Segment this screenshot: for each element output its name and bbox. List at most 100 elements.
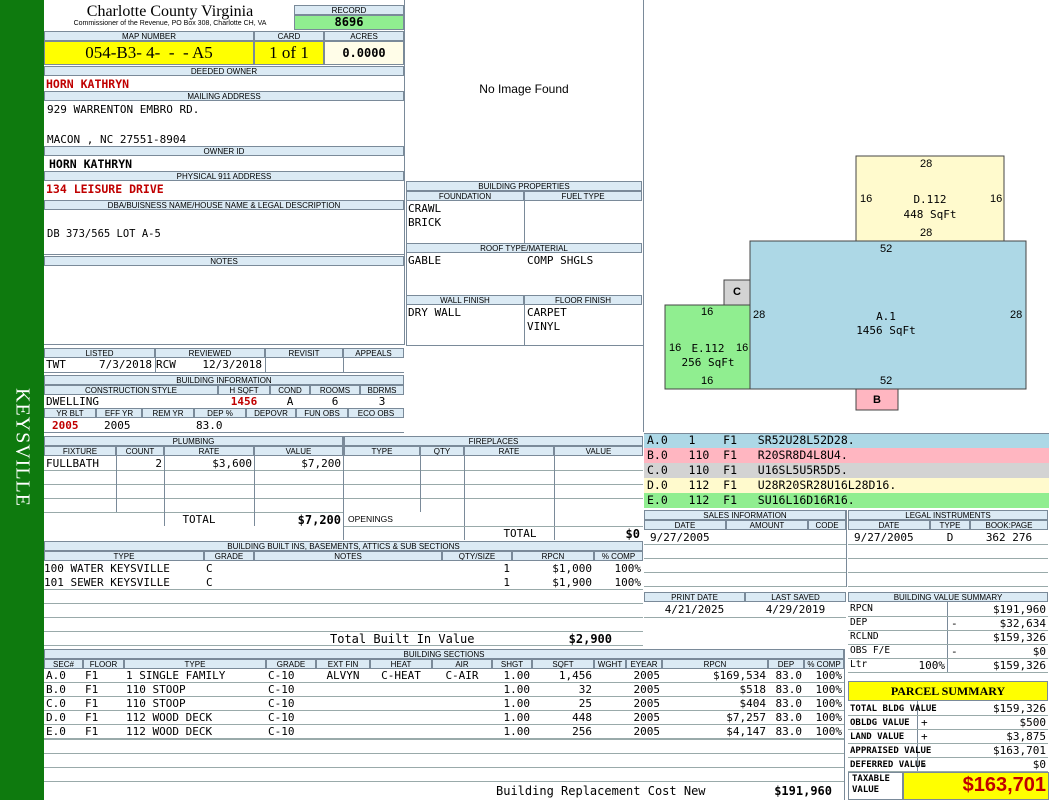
notes-label: NOTES bbox=[44, 256, 404, 266]
section-dep-4: 83.0 bbox=[775, 711, 803, 724]
dim-a-right: 28 bbox=[1010, 309, 1023, 321]
section-rpcn-4: $7,257 bbox=[726, 711, 766, 724]
taxable-value: $163,701 bbox=[962, 774, 1046, 796]
dba-label: DBA/BUISNESS NAME/HOUSE NAME & LEGAL DES… bbox=[44, 200, 404, 210]
section-grade-1: C-10 bbox=[268, 669, 295, 682]
legal-description: DB 373/565 LOT A-5 bbox=[47, 228, 161, 240]
section-sqft-3: 25 bbox=[578, 697, 592, 710]
fireplace-value-label: VALUE bbox=[554, 446, 643, 456]
legal-type-1: D bbox=[946, 531, 954, 544]
section-shgt-5: 1.00 bbox=[503, 725, 531, 738]
deeded-owner: HORN KATHRYN bbox=[46, 77, 130, 91]
sketch-code-e: E.0 112 F1 SU16L16D16R16. bbox=[647, 493, 855, 507]
section-eyear-4: 2005 bbox=[633, 711, 661, 724]
builtins-qty-2: 1 bbox=[503, 576, 510, 589]
sketch-code-d: D.0 112 F1 U28R20SR28U16L28D16. bbox=[647, 478, 897, 492]
vs-label-4: OBS F/E bbox=[850, 645, 891, 656]
taxable-label-2: VALUE bbox=[852, 785, 880, 795]
yr-blt-label: YR BLT bbox=[44, 408, 96, 418]
floor-finish-2: VINYL bbox=[527, 320, 561, 333]
builtins-comp-1: 100% bbox=[614, 562, 642, 575]
section-shgt-4: 1.00 bbox=[503, 711, 531, 724]
section-floor-2: F1 bbox=[85, 683, 99, 696]
section-eyear-1: 2005 bbox=[633, 669, 661, 682]
builtins-grade-label: GRADE bbox=[204, 551, 254, 561]
wall-finish-label: WALL FINISH bbox=[406, 295, 524, 305]
section-type-4: 112 WOOD DECK bbox=[126, 711, 213, 724]
section-sqft-2: 32 bbox=[578, 683, 592, 696]
dim-e-bottom: 16 bbox=[701, 375, 714, 387]
section-comp-4: 100% bbox=[815, 711, 843, 724]
roof-type: GABLE bbox=[408, 254, 442, 267]
dim-a-bottom: 52 bbox=[880, 375, 893, 387]
listed-date: 7/3/2018 bbox=[99, 358, 152, 371]
sections-h-wght: WGHT bbox=[594, 659, 626, 669]
section-dep-3: 83.0 bbox=[775, 697, 803, 710]
parcel-value-2: $500 bbox=[1019, 716, 1047, 729]
hsqft-label: H SQFT bbox=[218, 385, 270, 395]
section-rpcn-3: $404 bbox=[739, 697, 767, 710]
county-subtitle: Commissioner of the Revenue, PO Box 308,… bbox=[73, 20, 267, 27]
appeals-label: APPEALS bbox=[343, 348, 404, 358]
listed-label: LISTED bbox=[44, 348, 155, 358]
builtins-comp-label: % COMP bbox=[594, 551, 643, 561]
sections-total-label: Building Replacement Cost New bbox=[496, 784, 706, 798]
plumbing-value-label: VALUE bbox=[254, 446, 343, 456]
rem-yr-label: REM YR bbox=[142, 408, 194, 418]
builtins-qty-1: 1 bbox=[503, 562, 510, 575]
reviewed-by: RCW bbox=[156, 358, 176, 371]
taxable-label-1: TAXABLE bbox=[852, 774, 890, 784]
physical-address-label: PHYSICAL 911 ADDRESS bbox=[44, 171, 404, 181]
dep-pct-label: DEP % bbox=[194, 408, 246, 418]
foundation-1: CRAWL bbox=[408, 202, 442, 215]
vs-label-5: Ltr bbox=[850, 659, 868, 670]
sketch-d-area: 448 SqFt bbox=[903, 208, 957, 221]
cond-label: COND bbox=[270, 385, 310, 395]
builtins-grade-2: C bbox=[206, 576, 213, 589]
floor-finish-label: FLOOR FINISH bbox=[524, 295, 642, 305]
construction-style-label: CONSTRUCTION STYLE bbox=[44, 385, 218, 395]
dim-e-top: 16 bbox=[701, 306, 714, 318]
builtins-rpcn-1: $1,000 bbox=[552, 562, 592, 575]
section-sqft-1: 1,456 bbox=[558, 669, 592, 682]
depovr-label: DEPOVR bbox=[246, 408, 296, 418]
legal-date-label: DATE bbox=[848, 520, 930, 530]
builtins-qty-label: QTY/SIZE bbox=[442, 551, 512, 561]
sections-h-shgt: SHGT bbox=[492, 659, 532, 669]
vs-label-1: RPCN bbox=[850, 603, 873, 614]
acres-value: 0.0000 bbox=[324, 41, 404, 65]
section-eyear-2: 2005 bbox=[633, 683, 661, 696]
vs-label-3: RCLND bbox=[850, 631, 879, 642]
sections-title: BUILDING SECTIONS bbox=[44, 649, 844, 659]
sections-h-rpcn: RPCN bbox=[662, 659, 768, 669]
dim-a-top: 52 bbox=[880, 243, 893, 255]
sections-h-sqft: SQFT bbox=[532, 659, 594, 669]
section-rpcn-1: $169,534 bbox=[713, 669, 766, 682]
rooms-label: ROOMS bbox=[310, 385, 360, 395]
section-dep-1: 83.0 bbox=[775, 669, 803, 682]
roof-label: ROOF TYPE/MATERIAL bbox=[406, 243, 642, 253]
deeded-owner-label: DEEDED OWNER bbox=[44, 66, 404, 76]
dep-pct-value: 83.0 bbox=[196, 419, 223, 432]
legal-type-label: TYPE bbox=[930, 520, 970, 530]
fun-obs-label: FUN OBS bbox=[296, 408, 348, 418]
record-label: RECORD bbox=[294, 5, 404, 15]
county-title: Charlotte County Virginia bbox=[86, 3, 254, 20]
parcel-value-1: $159,326 bbox=[993, 702, 1046, 715]
sections-h-floor: FLOOR bbox=[83, 659, 124, 669]
builtins-grade-1: C bbox=[206, 562, 213, 575]
vs-value-1: $191,960 bbox=[993, 603, 1046, 616]
plumbing-rate-1: $3,600 bbox=[212, 457, 252, 470]
mailing-address-line1: 929 WARRENTON EMBRO RD. bbox=[47, 103, 200, 116]
builtins-type-label: TYPE bbox=[44, 551, 204, 561]
section-sec-3: C.0 bbox=[46, 697, 66, 710]
wall-finish: DRY WALL bbox=[408, 306, 461, 319]
sections-h-air: AIR bbox=[432, 659, 492, 669]
dim-d-right: 16 bbox=[990, 193, 1003, 205]
section-heat-1: C-HEAT bbox=[381, 669, 421, 682]
sections-h-grade: GRADE bbox=[266, 659, 316, 669]
sections-h-extfin: EXT FIN bbox=[316, 659, 370, 669]
building-info-title: BUILDING INFORMATION bbox=[44, 375, 404, 385]
sketch-code-c: C.0 110 F1 U16SL5U5R5D5. bbox=[647, 463, 848, 477]
vs-value-2: $32,634 bbox=[999, 617, 1046, 630]
